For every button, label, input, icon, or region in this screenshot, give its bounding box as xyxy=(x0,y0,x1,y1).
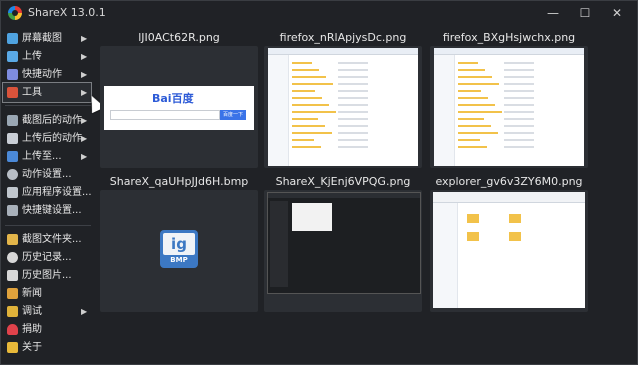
menu-item-label: 上传 xyxy=(22,51,42,62)
close-button[interactable]: ✕ xyxy=(603,4,631,22)
upload-arrow-icon xyxy=(7,51,18,62)
submenu-arrow-icon: ▶ xyxy=(81,70,88,79)
menu-item-label: 截图后的动作 xyxy=(22,115,82,126)
folder-icon xyxy=(7,234,18,245)
keyboard-icon xyxy=(7,205,18,216)
baidu-logo: Bai百度 xyxy=(152,92,194,105)
menu-item-label: 截图文件夹... xyxy=(22,234,82,245)
menu-item-history[interactable]: 历史记录... xyxy=(3,248,91,267)
submenu-arrow-icon: ▶ xyxy=(81,52,88,61)
capture-icon xyxy=(7,33,18,44)
explorer-screenshot xyxy=(433,192,585,308)
menu-item-crown[interactable]: 关于 xyxy=(3,338,91,357)
bmp-file-icon: ig BMP xyxy=(160,230,198,268)
image-history-icon xyxy=(7,270,18,281)
menu-item-after-capture[interactable]: 截图后的动作 ▶ xyxy=(3,111,91,130)
menu-item-label: 上传至... xyxy=(22,151,62,162)
submenu-arrow-icon: ▶ xyxy=(81,34,88,43)
upload-to-icon xyxy=(7,151,18,162)
gear-icon xyxy=(7,169,18,180)
history-icon xyxy=(7,252,18,263)
sharex-logo-icon xyxy=(8,6,22,20)
maximize-button[interactable]: ☐ xyxy=(571,4,599,22)
grid-icon xyxy=(7,69,18,80)
menu-item-toolbox[interactable]: 工具 ▶ xyxy=(2,82,92,103)
baidu-screenshot: Bai百度百度一下 xyxy=(104,86,254,130)
submenu-arrow-icon: ▶ xyxy=(81,152,88,161)
submenu-arrow-icon: ▶ xyxy=(81,116,88,125)
file-list-screenshot xyxy=(268,48,418,166)
menu-item-label: 新闻 xyxy=(22,288,42,299)
menu-item-bug[interactable]: 调试 ▶ xyxy=(3,302,91,321)
menu-item-label: 动作设置... xyxy=(22,169,72,180)
menu-separator xyxy=(5,105,91,106)
menu-item-upload-to[interactable]: 上传至... ▶ xyxy=(3,147,91,166)
menu-item-label: 上传后的动作 xyxy=(22,133,82,144)
menu-item-label: 捐助 xyxy=(22,324,42,335)
menu-item-keyboard[interactable]: 快捷键设置... xyxy=(3,201,91,220)
menu-item-label: 调试 xyxy=(22,306,42,317)
wrench-icon xyxy=(7,187,18,198)
menu-item-cloud[interactable]: 上传后的动作 ▶ xyxy=(3,129,91,148)
sharex-window: ShareX 13.0.1 — ☐ ✕ 屏幕截图 ▶ 上传 ▶ 快捷动作 ▶ 工具 ▶ 截图后的… xyxy=(0,0,638,365)
menu-item-heart[interactable]: 捐助 xyxy=(3,320,91,339)
menu-separator xyxy=(5,225,91,226)
menu-item-megaphone[interactable]: 新闻 xyxy=(3,284,91,303)
window-title: ShareX 13.0.1 xyxy=(28,6,106,19)
bug-icon xyxy=(7,306,18,317)
thumbnail-filename: lJI0ACt62R.png xyxy=(138,31,220,44)
menu-item-label: 关于 xyxy=(22,342,42,353)
heart-icon xyxy=(7,324,18,335)
after-capture-icon xyxy=(7,115,18,126)
thumbnail-filename: firefox_nRlApjysDc.png xyxy=(279,31,407,44)
menu-item-label: 应用程序设置... xyxy=(22,187,92,198)
thumbnail-preview[interactable] xyxy=(430,46,588,168)
crown-icon xyxy=(7,342,18,353)
cloud-icon xyxy=(7,133,18,144)
thumbnail-filename: ShareX_KjEnj6VPQG.png xyxy=(275,175,411,188)
menu-item-gear[interactable]: 动作设置... xyxy=(3,165,91,184)
dark-window-screenshot xyxy=(267,192,421,294)
thumbnail-preview[interactable] xyxy=(430,190,588,312)
menu-item-label: 历史图片... xyxy=(22,270,72,281)
minimize-button[interactable]: — xyxy=(539,4,567,22)
thumbnail-filename: explorer_gv6v3ZY6M0.png xyxy=(435,175,583,188)
submenu-arrow-icon: ▶ xyxy=(81,307,88,316)
menu-item-image-history[interactable]: 历史图片... xyxy=(3,266,91,285)
megaphone-icon xyxy=(7,288,18,299)
menu-item-upload-arrow[interactable]: 上传 ▶ xyxy=(3,47,91,66)
thumbnail-filename: firefox_BXgHsjwchx.png xyxy=(442,31,576,44)
thumbnail-preview[interactable] xyxy=(264,190,422,312)
thumbnail-filename: ShareX_qaUHpJJd6H.bmp xyxy=(109,175,249,188)
menu-item-label: 历史记录... xyxy=(22,252,72,263)
baidu-search-button: 百度一下 xyxy=(220,110,246,120)
title-bar: ShareX 13.0.1 — ☐ ✕ xyxy=(1,1,637,25)
menu-item-label: 快捷动作 xyxy=(22,69,62,80)
menu-item-label: 屏幕截图 xyxy=(22,33,62,44)
thumbnail-preview[interactable]: Bai百度百度一下 xyxy=(100,46,258,168)
menu-item-label: 工具 xyxy=(22,87,42,98)
menu-item-grid[interactable]: 快捷动作 ▶ xyxy=(3,65,91,84)
menu-item-wrench[interactable]: 应用程序设置... xyxy=(3,183,92,202)
menu-item-folder[interactable]: 截图文件夹... xyxy=(3,230,91,249)
baidu-search-box xyxy=(110,110,220,120)
thumbnail-preview[interactable]: ig BMP xyxy=(100,190,258,312)
menu-item-capture[interactable]: 屏幕截图 ▶ xyxy=(3,29,91,48)
menu-item-label: 快捷键设置... xyxy=(22,205,82,216)
file-list-screenshot xyxy=(434,48,584,166)
submenu-arrow-icon: ▶ xyxy=(81,134,88,143)
thumbnail-preview[interactable] xyxy=(264,46,422,168)
toolbox-icon xyxy=(7,87,18,98)
